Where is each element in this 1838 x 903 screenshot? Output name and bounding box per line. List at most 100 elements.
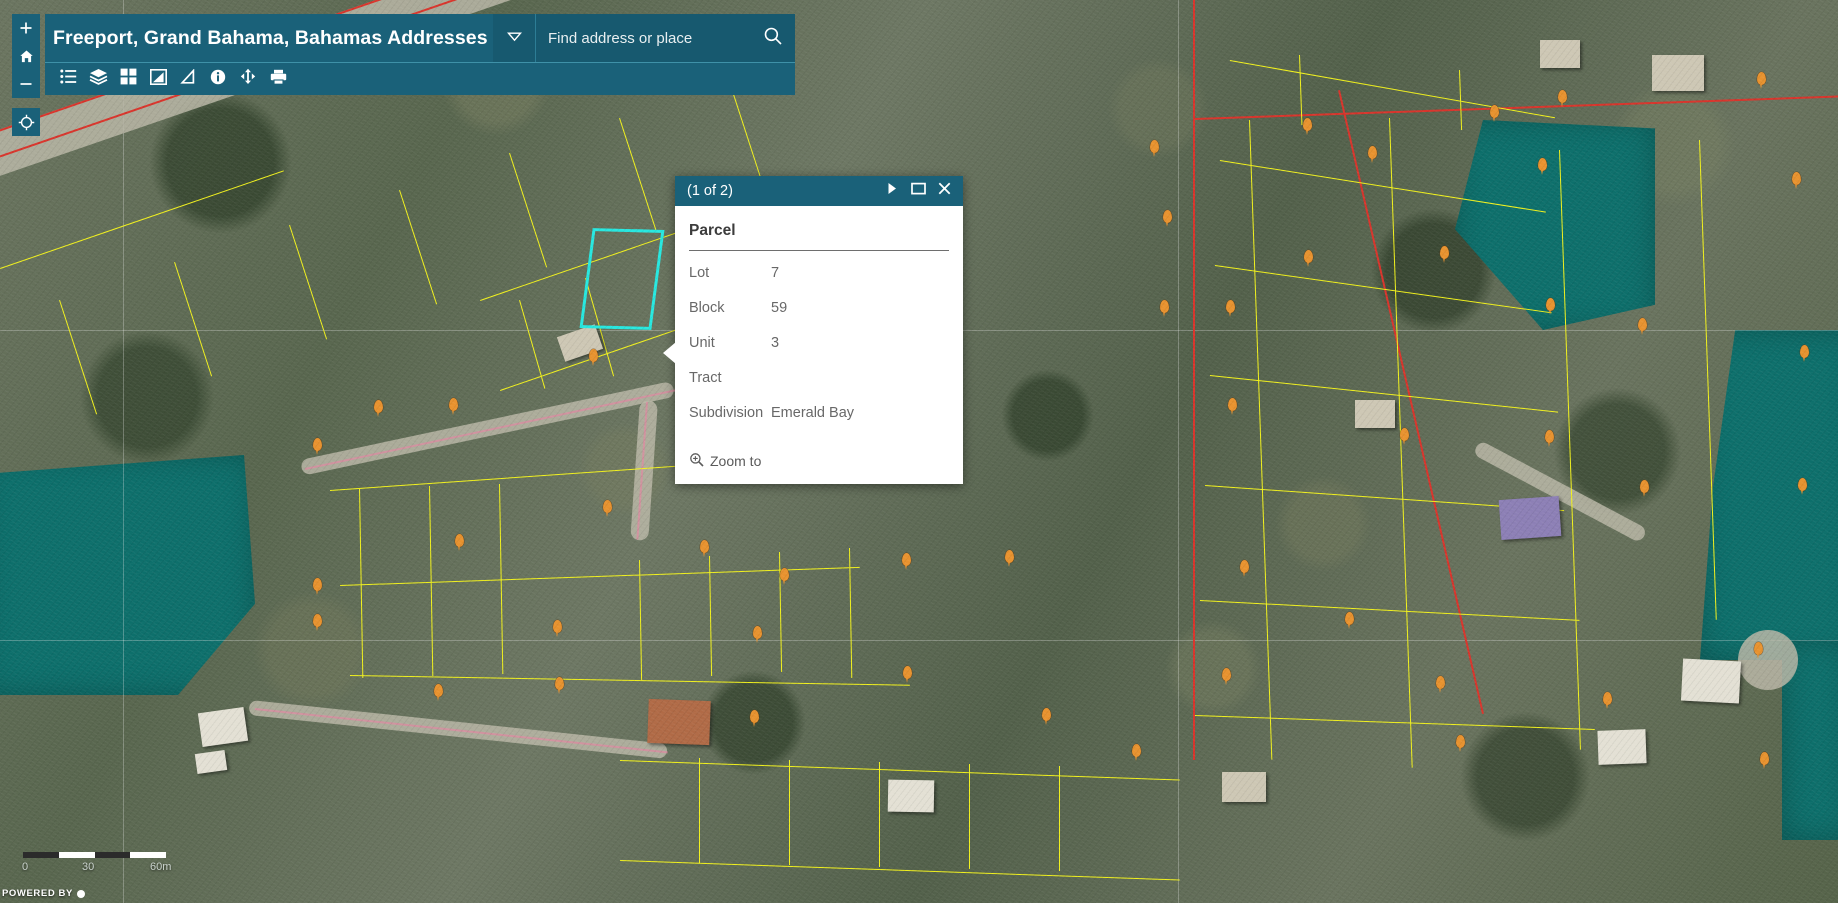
address-pin[interactable] — [700, 540, 709, 553]
address-pin[interactable] — [750, 710, 759, 723]
address-pin[interactable] — [1757, 72, 1766, 85]
address-pin[interactable] — [1792, 172, 1801, 185]
basemap-gallery-icon — [120, 68, 137, 90]
scale-bar-max-label: 60m — [150, 861, 171, 873]
share-icon — [240, 68, 256, 90]
selected-parcel-highlight[interactable] — [580, 228, 665, 330]
home-button[interactable] — [12, 42, 40, 70]
address-pin[interactable] — [1754, 642, 1763, 655]
search-input[interactable] — [536, 14, 751, 62]
app-header: Freeport, Grand Bahama, Bahamas Addresse… — [45, 14, 795, 95]
address-pin[interactable] — [1545, 430, 1554, 443]
maximize-icon — [911, 182, 926, 200]
parcel-line-lower-v1 — [699, 758, 700, 863]
address-pin[interactable] — [313, 614, 322, 627]
zoom-in-button[interactable] — [12, 14, 40, 42]
address-pin[interactable] — [1760, 752, 1769, 765]
address-pin[interactable] — [1222, 668, 1231, 681]
address-pin[interactable] — [1345, 612, 1354, 625]
minus-icon — [19, 77, 33, 91]
address-pin[interactable] — [1400, 428, 1409, 441]
measure-icon — [180, 69, 196, 90]
parcel-line-center-v1 — [359, 488, 363, 678]
about-tool[interactable] — [205, 66, 231, 92]
print-tool[interactable] — [265, 66, 291, 92]
address-pin[interactable] — [1042, 708, 1051, 721]
address-pin[interactable] — [555, 677, 564, 690]
address-pin[interactable] — [313, 438, 322, 451]
address-pin[interactable] — [780, 568, 789, 581]
basemap-gallery-tool[interactable] — [115, 66, 141, 92]
parcel-line-east-h6 — [1195, 715, 1595, 730]
address-pin[interactable] — [1132, 744, 1141, 757]
address-pin[interactable] — [1005, 550, 1014, 563]
address-pin[interactable] — [1603, 692, 1612, 705]
locate-crosshair-icon — [18, 114, 35, 131]
address-pin[interactable] — [903, 666, 912, 679]
attribution-bar: POWERED BY — [2, 888, 85, 899]
address-pin[interactable] — [1303, 118, 1312, 131]
search-source-dropdown[interactable] — [493, 14, 536, 62]
address-pin[interactable] — [1304, 250, 1313, 263]
measure-tool[interactable] — [175, 66, 201, 92]
address-pin[interactable] — [753, 626, 762, 639]
address-pin[interactable] — [1150, 140, 1159, 153]
address-pin[interactable] — [1368, 146, 1377, 159]
water-body-southwest — [0, 455, 255, 695]
address-pin[interactable] — [1163, 210, 1172, 223]
share-tool[interactable] — [235, 66, 261, 92]
address-pin[interactable] — [1800, 345, 1809, 358]
parcel-line-nw-1 — [0, 170, 284, 269]
address-pin[interactable] — [1638, 318, 1647, 331]
address-pin[interactable] — [1558, 90, 1567, 103]
address-pin[interactable] — [374, 400, 383, 413]
address-pin[interactable] — [455, 534, 464, 547]
address-pin[interactable] — [1436, 676, 1445, 689]
address-pin[interactable] — [313, 578, 322, 591]
address-pin[interactable] — [1546, 298, 1555, 311]
address-pin[interactable] — [603, 500, 612, 513]
address-pin[interactable] — [449, 398, 458, 411]
locate-button[interactable] — [12, 108, 40, 136]
parcel-line-ne-h1 — [1230, 60, 1555, 118]
scale-bar-track — [22, 851, 167, 859]
parcel-line-lower-h1 — [620, 760, 1180, 781]
parcel-line-nw-5 — [399, 190, 437, 304]
address-pin[interactable] — [902, 553, 911, 566]
building-sw-2 — [195, 750, 227, 774]
building-center-2 — [1222, 772, 1266, 802]
popup-close-button[interactable] — [931, 178, 957, 204]
address-pin[interactable] — [1240, 560, 1249, 573]
address-pin[interactable] — [1640, 480, 1649, 493]
address-pin[interactable] — [1798, 478, 1807, 491]
popup-maximize-button[interactable] — [905, 178, 931, 204]
popup-record-counter: (1 of 2) — [687, 183, 879, 199]
address-pin[interactable] — [434, 684, 443, 697]
parcel-line-nw-4 — [289, 225, 327, 339]
address-pin[interactable] — [1456, 735, 1465, 748]
zoom-to-button[interactable]: Zoom to — [689, 452, 761, 470]
search-icon — [763, 26, 783, 51]
address-pin[interactable] — [1226, 300, 1235, 313]
popup-next-feature-button[interactable] — [879, 178, 905, 204]
building-center-white — [888, 780, 935, 813]
address-pin[interactable] — [1160, 300, 1169, 313]
layers-icon — [89, 68, 108, 90]
scale-bar-segment — [95, 852, 131, 858]
search-submit-button[interactable] — [751, 14, 795, 62]
zoom-out-button[interactable] — [12, 70, 40, 98]
address-pin[interactable] — [1490, 105, 1499, 118]
graticule-vertical-2 — [1178, 0, 1179, 903]
address-pin[interactable] — [589, 349, 598, 362]
esri-globe-icon — [77, 890, 85, 898]
legend-tool[interactable] — [55, 66, 81, 92]
address-pin[interactable] — [1538, 158, 1547, 171]
scale-bar-segment — [130, 852, 166, 858]
address-pin[interactable] — [1228, 398, 1237, 411]
address-pin[interactable] — [1440, 246, 1449, 259]
parcel-line-nw-7 — [619, 118, 657, 232]
parcel-line-east-v2 — [1389, 118, 1413, 768]
swipe-tool[interactable] — [145, 66, 171, 92]
layer-list-tool[interactable] — [85, 66, 111, 92]
address-pin[interactable] — [553, 620, 562, 633]
